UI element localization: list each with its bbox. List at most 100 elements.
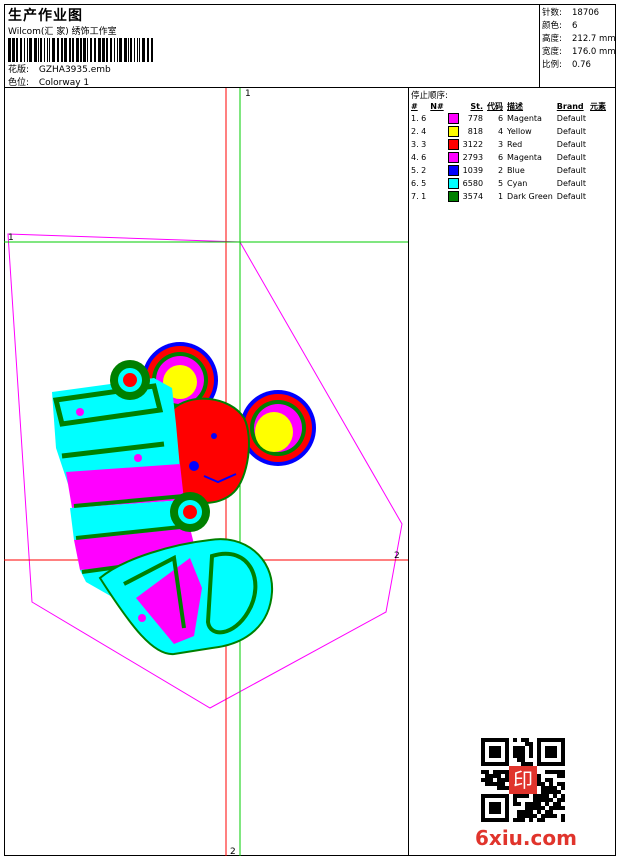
row-brand: Default [556, 114, 587, 123]
design-filename: GZHA3935.emb [38, 65, 111, 75]
qr-code-icon: 印 [481, 738, 565, 822]
row-element [588, 177, 608, 190]
stat-label: 针数: [542, 8, 562, 18]
row-element [588, 190, 608, 203]
stat-label: 高度: [542, 34, 562, 44]
color-swatch-icon [447, 191, 459, 202]
header-panel: 生产作业图 Wilcom(汇 家) 绣饰工作室 花版: GZHA3935.emb… [4, 4, 540, 88]
row-code: 6 [497, 114, 504, 123]
axis-label-right: 2 [394, 551, 400, 561]
row-brand: Default [556, 166, 587, 175]
seal-text: 印 [513, 768, 533, 792]
row-brand: Default [556, 179, 587, 188]
row-desc: Magenta [507, 114, 542, 123]
design-label: 花版: [8, 65, 30, 75]
studio-name: Wilcom(汇 家) 绣饰工作室 [8, 27, 117, 37]
stocking [52, 360, 274, 656]
color-swatch [446, 190, 461, 203]
color-swatch-icon [447, 113, 459, 124]
table-row: 5. 2 1039 2 Blue Default [409, 164, 608, 177]
row-n [428, 138, 445, 151]
row-stitches: 3122 [462, 140, 484, 149]
row-n [428, 190, 445, 203]
row-stitches: 818 [467, 127, 484, 136]
color-swatch-icon [447, 178, 459, 189]
table-row: 1. 6 778 6 Magenta Default [409, 112, 608, 125]
design-canvas[interactable]: 1 1 2 2 [4, 88, 408, 857]
color-swatch-icon [447, 152, 459, 163]
stat-value: 0.76 [572, 60, 591, 70]
row-element [588, 151, 608, 164]
table-row: 6. 5 6580 5 Cyan Default [409, 177, 608, 190]
row-index: 4. 6 [411, 153, 427, 162]
row-desc: Magenta [507, 153, 542, 162]
row-n [428, 151, 445, 164]
stop-sequence-panel: 停止顺序: # N# St. 代码 描述 Brand 元素 1. 6 778 6 Ma… [408, 88, 616, 856]
row-desc: Cyan [507, 179, 528, 188]
col-n: N# [430, 101, 444, 111]
row-desc: Yellow [507, 127, 532, 136]
row-element [588, 164, 608, 177]
row-n [428, 177, 445, 190]
row-index: 1. 6 [411, 114, 427, 123]
col-stitches: St. [470, 101, 484, 111]
row-stitches: 3574 [462, 192, 484, 201]
page-title: 生产作业图 [8, 8, 83, 24]
row-element [588, 138, 608, 151]
table-row: 4. 6 2793 6 Magenta Default [409, 151, 608, 164]
stat-label: 比例: [542, 60, 562, 70]
mouse-nose-icon [211, 433, 217, 439]
col-swatch [446, 100, 461, 112]
stat-height: 高度: 212.7 mm [542, 32, 616, 44]
color-sequence-table: # N# St. 代码 描述 Brand 元素 1. 6 778 6 Magenta D… [409, 100, 608, 203]
col-brand: Brand [556, 101, 584, 111]
row-element [588, 125, 608, 138]
row-stitches: 6580 [462, 179, 484, 188]
table-header-row: # N# St. 代码 描述 Brand 元素 [409, 100, 608, 112]
row-stitches: 778 [467, 114, 484, 123]
row-code: 4 [497, 127, 504, 136]
row-stitches: 1039 [462, 166, 484, 175]
row-code: 1 [497, 192, 504, 201]
stat-label: 颜色: [542, 21, 562, 31]
row-brand: Default [556, 140, 587, 149]
design-info: 花版: GZHA3935.emb [8, 62, 111, 75]
table-row: 2. 4 818 4 Yellow Default [409, 125, 608, 138]
color-swatch [446, 138, 461, 151]
color-swatch-icon [447, 165, 459, 176]
colorway-value: Colorway 1 [38, 78, 90, 88]
axis-label-top: 1 [245, 89, 251, 99]
mouse-head [170, 397, 250, 504]
stats-panel: 针数: 18706 颜色: 6 高度: 212.7 mm 宽度: 176.0 mm 比例… [539, 4, 616, 88]
embroidery-preview: 1 1 2 2 [4, 88, 408, 857]
row-code: 6 [497, 153, 504, 162]
row-index: 7. 1 [411, 192, 427, 201]
row-n [428, 164, 445, 177]
row-brand: Default [556, 192, 587, 201]
stat-width: 宽度: 176.0 mm [542, 45, 616, 57]
row-stitches: 2793 [462, 153, 484, 162]
axis-label-left: 1 [8, 233, 14, 243]
mouse-ear-right [240, 390, 316, 466]
row-brand: Default [556, 153, 587, 162]
color-swatch [446, 164, 461, 177]
stat-label: 宽度: [542, 47, 562, 57]
color-swatch-icon [447, 126, 459, 137]
row-brand: Default [556, 127, 587, 136]
stat-stitches: 针数: 18706 [542, 6, 599, 18]
stat-value: 18706 [572, 8, 600, 18]
row-n [428, 125, 445, 138]
colorway-label: 色位: [8, 78, 30, 88]
row-index: 6. 5 [411, 179, 427, 188]
barcode-icon [8, 38, 153, 62]
color-swatch [446, 177, 461, 190]
colorway-info: 色位: Colorway 1 [8, 75, 89, 88]
site-watermark: 6xiu.com [475, 826, 577, 850]
row-element [588, 112, 608, 125]
row-desc: Blue [507, 166, 525, 175]
color-swatch-icon [447, 139, 459, 150]
stat-value: 212.7 mm [572, 34, 616, 44]
stat-value: 6 [572, 21, 578, 31]
table-row: 3. 3 3122 3 Red Default [409, 138, 608, 151]
row-index: 5. 2 [411, 166, 427, 175]
